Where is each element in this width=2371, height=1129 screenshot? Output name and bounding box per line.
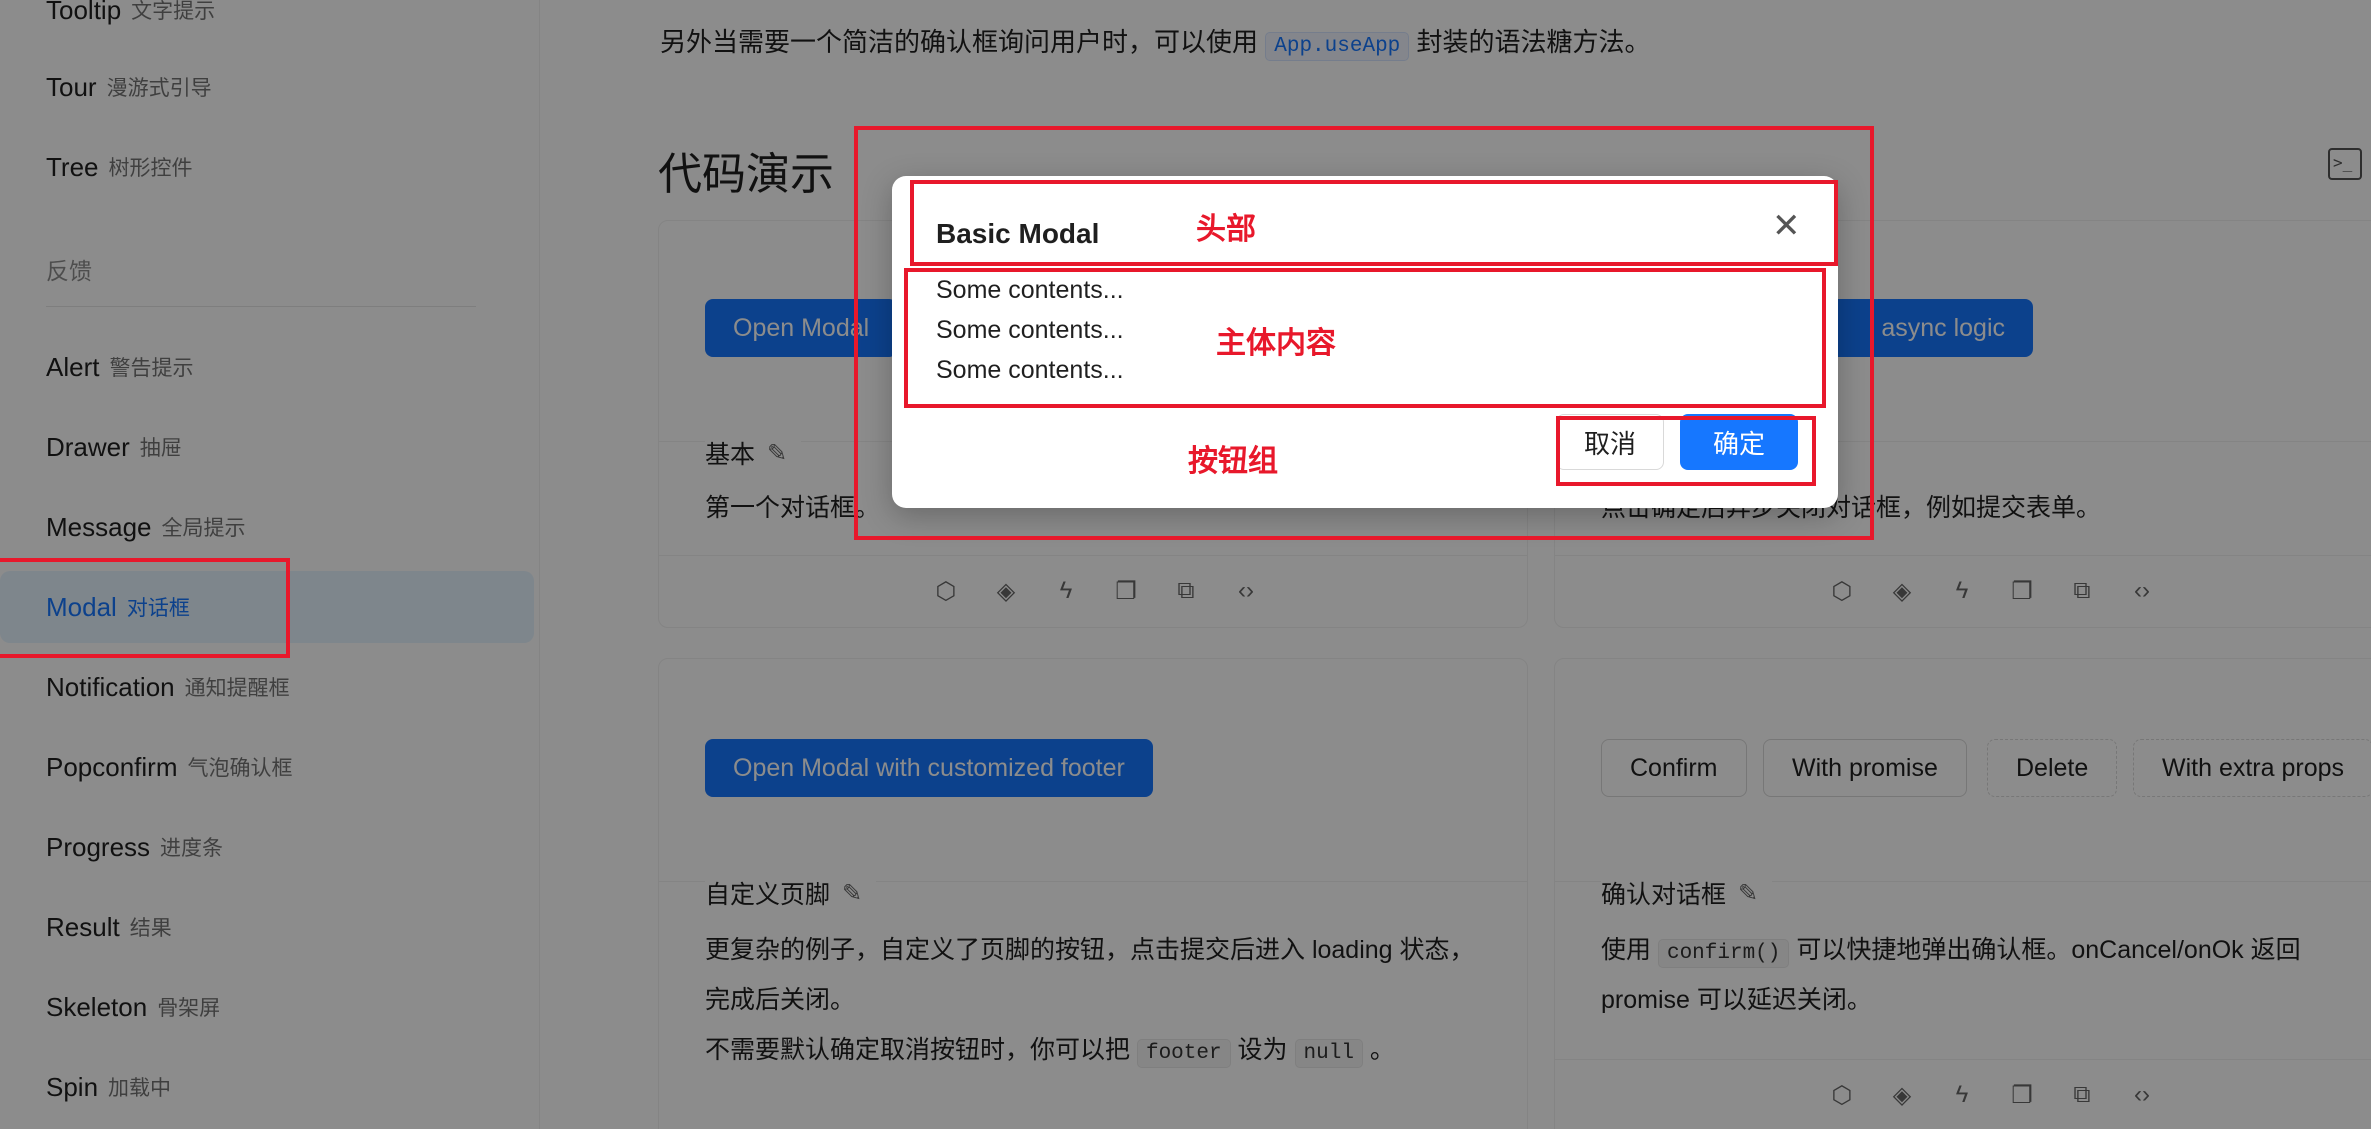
annotation-label-body: 主体内容 [1216,327,1336,360]
annotation-body-box [904,268,1826,408]
annotation-sidebar-highlight [0,558,290,658]
annotation-header-box [910,180,1838,266]
annotation-label-footer: 按钮组 [1188,445,1278,478]
annotation-label-header: 头部 [1196,213,1256,246]
annotation-footer-box [1556,416,1816,486]
